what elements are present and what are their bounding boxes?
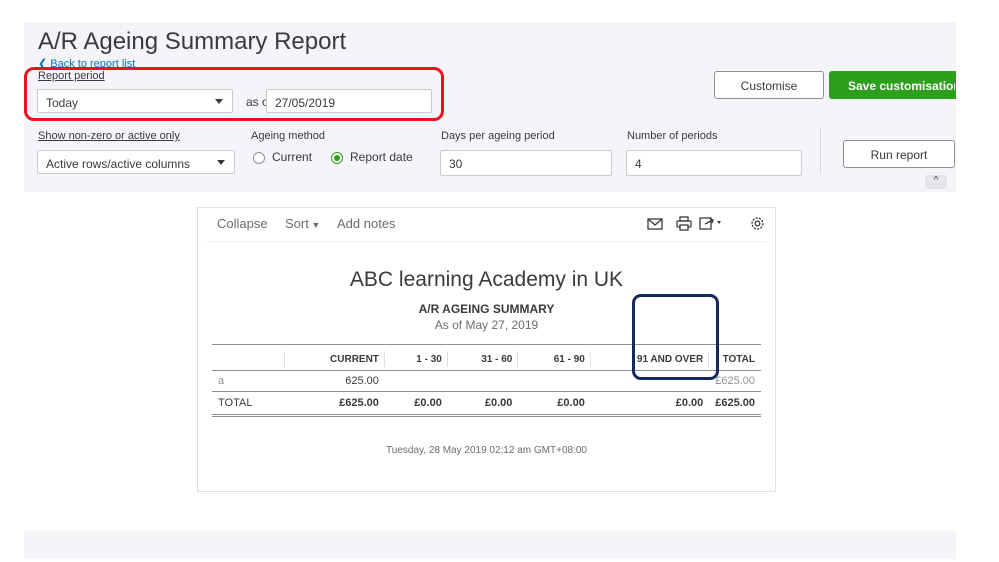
column-header[interactable]: 1 - 30 <box>384 344 448 371</box>
show-nonzero-value: Active rows/active columns <box>46 157 191 171</box>
cell-61-90 <box>518 371 590 392</box>
cell-current: £625.00 <box>284 391 385 417</box>
highlight-box-report-period <box>24 67 444 121</box>
radio-report-date-label: Report date <box>350 150 413 164</box>
company-name: ABC learning Academy in UK <box>349 268 624 291</box>
email-icon[interactable] <box>647 218 663 230</box>
cell-total: £625.00 <box>709 391 761 417</box>
highlight-box-91-and-over <box>632 294 719 380</box>
report-footer-timestamp: Tuesday, 28 May 2019 02:12 am GMT+08:00 <box>386 445 587 456</box>
collapse-link[interactable]: Collapse <box>217 216 268 231</box>
radio-report-date[interactable] <box>331 152 343 164</box>
cell-name: TOTAL <box>212 391 285 417</box>
customise-button[interactable]: Customise <box>714 71 824 99</box>
collapse-panel-button[interactable]: ^ <box>925 175 947 189</box>
bottom-bar <box>24 531 956 559</box>
cell-1-30 <box>385 371 448 392</box>
caret-down-icon: ▼ <box>308 220 321 230</box>
days-per-period-label: Days per ageing period <box>441 130 555 142</box>
cell-91-over: £0.00 <box>590 391 710 417</box>
column-header[interactable]: 61 - 90 <box>518 344 591 371</box>
print-icon[interactable] <box>676 216 692 231</box>
cell-31-60 <box>448 371 519 392</box>
divider <box>820 128 821 174</box>
page-title: A/R Ageing Summary Report <box>38 28 347 55</box>
add-notes-link[interactable]: Add notes <box>337 216 396 231</box>
total-row: TOTAL £625.00 £0.00 £0.00 £0.00 £0.00 £6… <box>212 391 761 417</box>
radio-current-label: Current <box>272 150 313 164</box>
chevron-up-icon: ^ <box>933 175 939 186</box>
run-report-button[interactable]: Run report <box>843 140 955 168</box>
column-header[interactable]: CURRENT <box>284 344 385 371</box>
show-nonzero-select[interactable]: Active rows/active columns <box>37 150 235 174</box>
toolbar-divider <box>207 241 767 242</box>
cell-current[interactable]: 625.00 <box>285 371 385 392</box>
number-of-periods-input[interactable]: 4 <box>626 150 802 176</box>
export-icon[interactable] <box>699 216 725 231</box>
show-nonzero-label: Show non-zero or active only <box>38 130 180 142</box>
number-of-periods-label: Number of periods <box>627 130 718 142</box>
sort-dropdown[interactable]: Sort ▼ <box>285 216 320 231</box>
settings-icon[interactable] <box>749 215 766 232</box>
column-header[interactable]: 31 - 60 <box>447 344 519 371</box>
column-header <box>212 344 285 371</box>
cell-31-60: £0.00 <box>447 391 519 417</box>
cell-61-90: £0.00 <box>518 391 591 417</box>
cell-1-30: £0.00 <box>384 391 448 417</box>
sort-label: Sort <box>285 216 309 231</box>
cell-name: a <box>218 375 225 387</box>
chevron-down-icon <box>217 160 225 165</box>
ageing-method-label: Ageing method <box>251 130 325 142</box>
save-customisation-button[interactable]: Save customisation <box>829 71 956 99</box>
days-per-period-input[interactable]: 30 <box>440 150 612 176</box>
radio-current[interactable] <box>253 152 265 164</box>
